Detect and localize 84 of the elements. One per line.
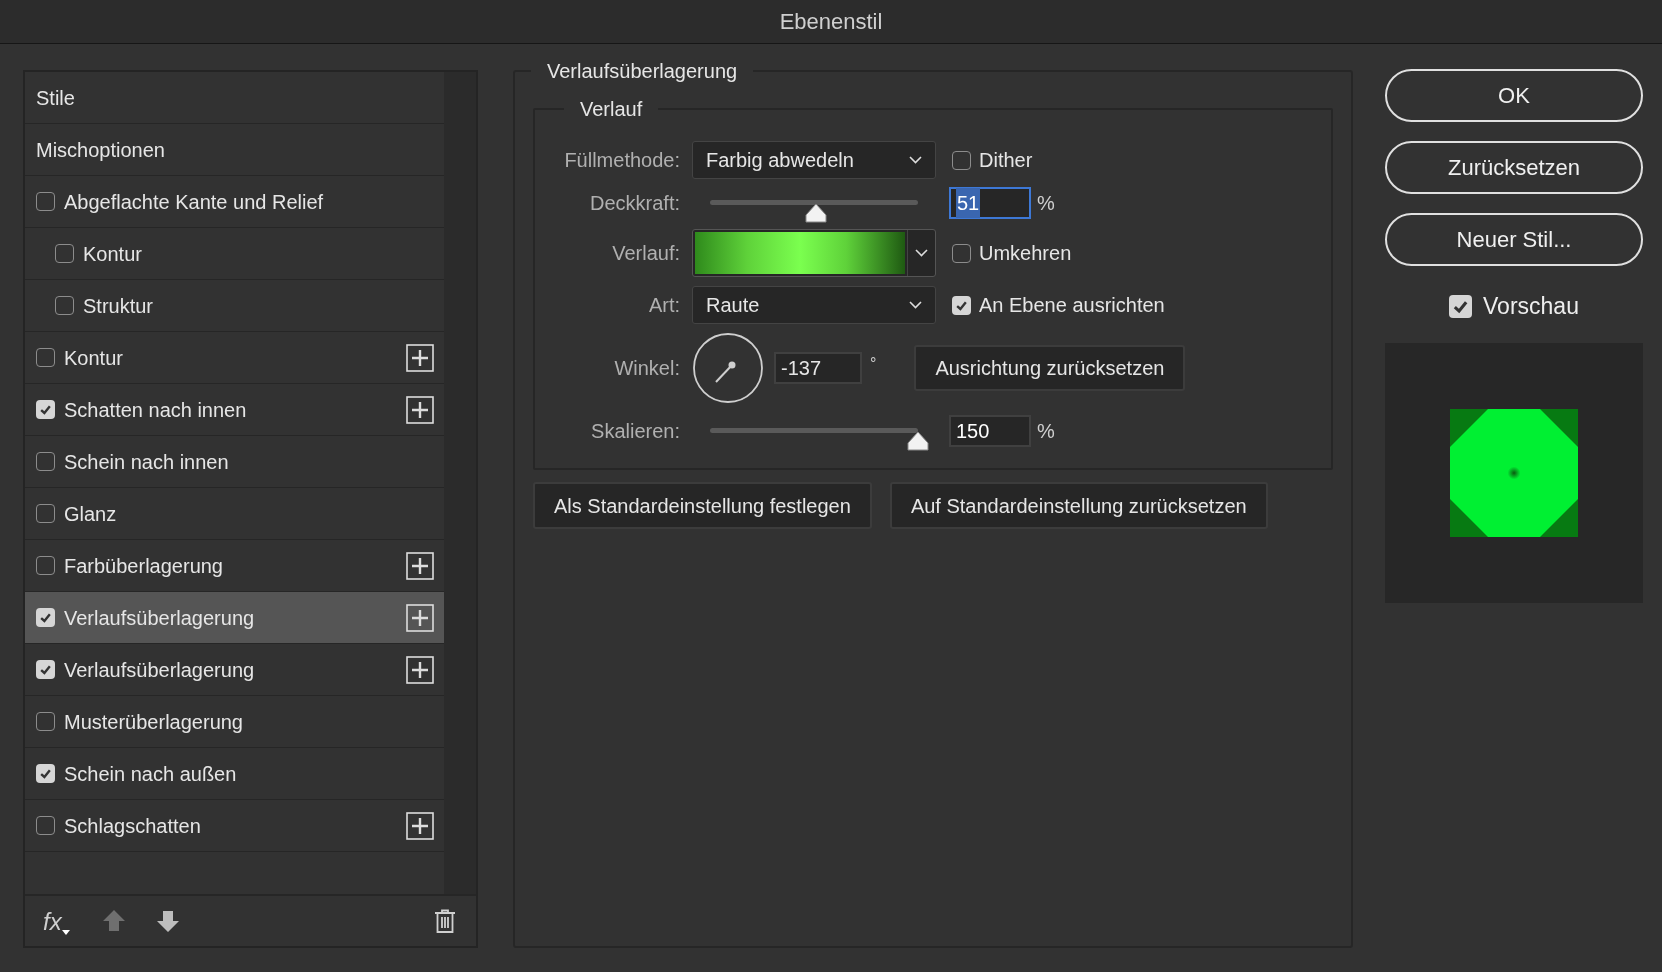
checkbox[interactable] (55, 296, 74, 315)
style-label: Schatten nach innen (64, 397, 247, 423)
checkbox[interactable] (952, 243, 971, 263)
style-label: Struktur (83, 293, 154, 319)
style-label: Schein nach außen (64, 761, 237, 787)
style-label: Mischoptionen (36, 137, 165, 163)
checkmark-icon (39, 767, 52, 780)
dialog-button[interactable]: Neuer Stil... (1385, 213, 1643, 266)
checkbox-label: Umkehren (979, 241, 1072, 266)
plus-button[interactable] (406, 603, 434, 632)
field-label: Skalieren: (590, 419, 680, 444)
checkbox[interactable] (36, 764, 55, 783)
style-label: Glanz (64, 501, 117, 527)
dropdown[interactable]: Farbig abwedeln (692, 141, 936, 179)
plus-button[interactable] (406, 343, 434, 372)
style-label: Stile (36, 85, 75, 111)
number-field[interactable]: 150 (949, 415, 1031, 447)
style-label: Abgeflachte Kante und Relief (64, 189, 324, 215)
style-label: Kontur (64, 345, 123, 371)
field-label: Füllmethode: (563, 148, 680, 173)
plus-button[interactable] (406, 551, 434, 580)
window-title: Ebenenstil (779, 8, 883, 36)
degree-label: ° (870, 354, 877, 374)
caret-icon (909, 301, 922, 309)
checkbox[interactable] (36, 192, 55, 211)
checkmark-icon (39, 611, 52, 624)
unit-label: % (1037, 419, 1055, 444)
style-label: Schlagschatten (64, 813, 201, 839)
checkbox[interactable] (36, 712, 55, 731)
caret-icon (61, 930, 70, 935)
field-label: Art: (647, 293, 680, 318)
checkbox[interactable] (36, 348, 55, 367)
style-label: Kontur (83, 241, 142, 267)
trash-icon[interactable] (434, 909, 456, 933)
angle-dial[interactable] (692, 332, 764, 404)
checkbox[interactable] (36, 816, 55, 835)
field-value: 51 (956, 188, 981, 218)
plus-button[interactable] (406, 395, 434, 424)
checkbox[interactable] (36, 400, 55, 419)
group-title: Verlauf (579, 97, 644, 122)
dropdown[interactable]: Raute (692, 286, 936, 324)
up-arrow-icon[interactable] (101, 909, 126, 933)
checkbox[interactable] (36, 452, 55, 471)
checkbox[interactable] (952, 150, 971, 170)
number-field[interactable]: 51 (949, 187, 1031, 219)
fx-menu-button[interactable]: fx (43, 905, 72, 937)
field-label: Verlauf: (611, 241, 680, 266)
angle-field[interactable]: -137 (774, 352, 862, 384)
slider-thumb[interactable] (907, 431, 929, 451)
unit-label: % (1037, 191, 1055, 216)
checkbox[interactable] (952, 295, 971, 315)
section-title: Verlaufsüberlagerung (546, 59, 739, 84)
default-settings-button[interactable]: Als Standardeinstellung festlegen (533, 482, 872, 529)
checkbox[interactable] (36, 504, 55, 523)
field-label: Deckkraft: (588, 191, 680, 216)
checkmark-icon (39, 663, 52, 676)
preview-label: Vorschau (1483, 292, 1579, 321)
checkbox[interactable] (36, 660, 55, 679)
checkmark-icon (39, 403, 52, 416)
checkbox-label: Dither (979, 148, 1033, 173)
dialog-button[interactable]: Zurücksetzen (1385, 141, 1643, 194)
field-label: Winkel: (613, 356, 680, 381)
caret-icon (915, 249, 928, 257)
style-label: Farbüberlagerung (64, 553, 223, 579)
style-label: Verlaufsüberlagerung (64, 605, 255, 631)
checkbox-label: An Ebene ausrichten (979, 293, 1165, 318)
plus-button[interactable] (406, 655, 434, 684)
gradient-picker[interactable] (692, 229, 936, 277)
default-settings-button[interactable]: Auf Standardeinstellung zurücksetzen (889, 482, 1268, 529)
checkbox[interactable] (36, 556, 55, 575)
caret-icon (909, 156, 922, 164)
field-value: 150 (956, 419, 990, 444)
reset-alignment-button[interactable]: Ausrichtung zurücksetzen (914, 345, 1186, 391)
slider-thumb[interactable] (805, 203, 828, 223)
checkbox[interactable] (55, 244, 74, 263)
style-label: Musterüberlagerung (64, 709, 243, 735)
checkbox[interactable] (1449, 294, 1473, 318)
dialog-button[interactable]: OK (1385, 69, 1643, 122)
style-label: Verlaufsüberlagerung (64, 657, 255, 683)
down-arrow-icon[interactable] (155, 909, 180, 933)
plus-button[interactable] (406, 811, 434, 840)
style-label: Schein nach innen (64, 449, 229, 475)
style-list-item[interactable]: Verlaufsüberlagerung (25, 592, 444, 644)
checkbox[interactable] (36, 608, 55, 627)
